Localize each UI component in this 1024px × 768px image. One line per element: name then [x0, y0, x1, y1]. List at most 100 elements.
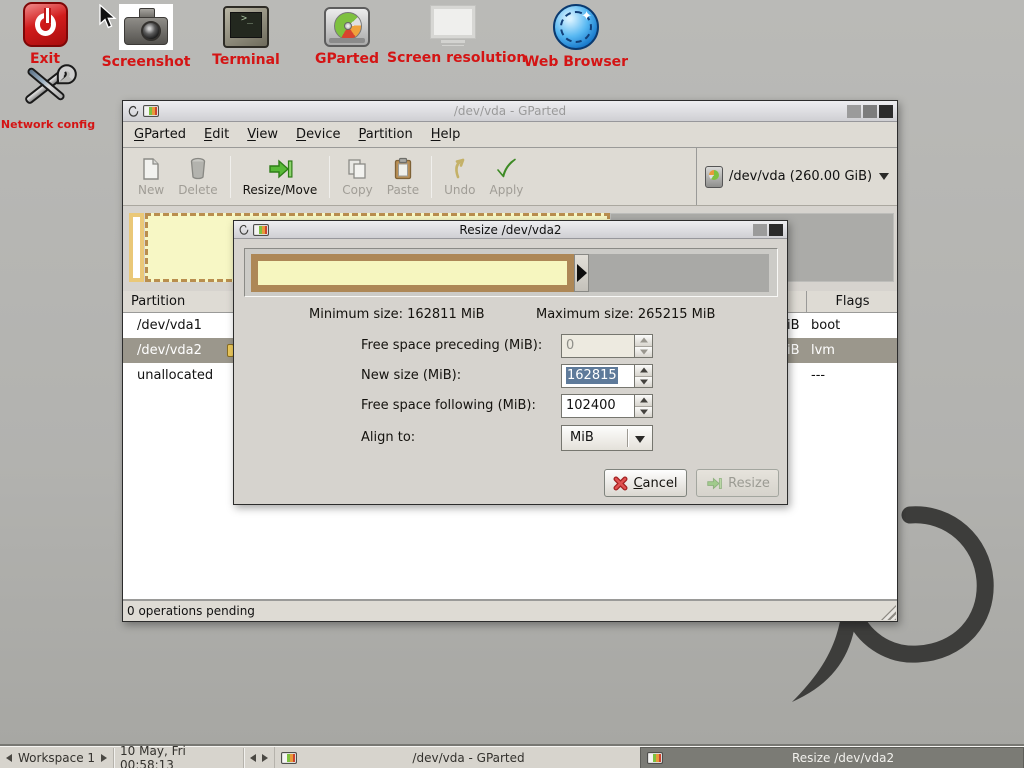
desktop-icon-network-config[interactable]: Network config [0, 64, 96, 131]
menu-gparted[interactable]: GParted [125, 122, 195, 148]
resize-grip[interactable] [881, 605, 896, 620]
status-bar: 0 operations pending [123, 600, 897, 621]
align-to-dropdown[interactable]: MiB [561, 425, 653, 451]
cancel-button[interactable]: Cancel [604, 469, 687, 497]
free-space-preceding-input[interactable]: 0 [561, 334, 635, 358]
menu-view[interactable]: View [238, 122, 287, 148]
resize-drag-handle[interactable] [574, 254, 589, 292]
new-partition-icon [140, 157, 162, 181]
free-space-following-label: Free space following (MiB): [361, 394, 536, 418]
minimize-button[interactable] [847, 105, 861, 118]
new-size-label: New size (MiB): [361, 364, 461, 388]
combo-separator [627, 429, 628, 447]
scroll-left-icon[interactable] [250, 754, 256, 762]
resize-dialog: Resize /dev/vda2 Minimum size: 162811 Mi… [233, 220, 788, 505]
toolbar: New Delete Resize/Move Copy [123, 148, 897, 206]
toolbar-apply-button[interactable]: Apply [483, 151, 531, 203]
dropdown-arrow-icon [635, 436, 645, 443]
monitor-icon [427, 6, 479, 46]
maximize-button[interactable] [863, 105, 877, 118]
prev-workspace-icon[interactable] [6, 754, 12, 762]
power-icon [23, 2, 68, 47]
resize-button[interactable]: Resize [696, 469, 779, 497]
close-button[interactable] [879, 105, 893, 118]
desktop-icon-exit[interactable]: Exit [5, 2, 85, 67]
visual-partition-vda1[interactable] [129, 213, 144, 282]
desktop-icon-web-browser[interactable]: ✦ Web Browser [520, 4, 632, 70]
copy-icon [346, 157, 370, 181]
terminal-icon: >_ [223, 6, 269, 48]
free-space-following-input[interactable]: 102400 [561, 394, 635, 418]
desktop-icon-label: Screenshot [96, 54, 196, 70]
maximum-size-text: Maximum size: 265215 MiB [536, 307, 715, 322]
next-workspace-icon[interactable] [101, 754, 107, 762]
window-list-scroller[interactable] [244, 748, 274, 768]
operations-pending-text: 0 operations pending [127, 604, 255, 618]
undo-icon [450, 157, 470, 181]
desktop-icon-label: Terminal [198, 52, 294, 68]
align-to-label: Align to: [361, 425, 415, 451]
window-titlebar[interactable]: /dev/vda - GParted [123, 101, 897, 122]
menubar: GParted Edit View Device Partition Help [123, 122, 897, 148]
desktop-icon-terminal[interactable]: >_ Terminal [198, 6, 294, 68]
minimum-size-text: Minimum size: 162811 MiB [309, 307, 485, 322]
workspace-switcher[interactable]: Workspace 1 [0, 748, 114, 768]
dialog-title: Resize /dev/vda2 [234, 223, 787, 237]
desktop-icon-label: Screen resolution [387, 50, 519, 66]
resize-move-icon [267, 157, 293, 181]
toolbar-separator [431, 156, 432, 198]
free-space-following-spinner[interactable] [635, 394, 653, 418]
resize-free-space-area [589, 254, 769, 292]
clock: 10 May, Fri 00:58:13 [114, 748, 244, 768]
desktop-icon-gparted[interactable]: GParted [305, 7, 389, 67]
cancel-x-icon [613, 476, 628, 491]
close-button[interactable] [769, 224, 783, 236]
desktop-icon-label: Web Browser [520, 54, 632, 70]
taskbar-item-gparted[interactable]: /dev/vda - GParted [274, 747, 640, 768]
toolbar-copy-button[interactable]: Copy [335, 151, 379, 203]
delete-partition-icon [188, 157, 208, 181]
apply-check-icon [494, 157, 518, 181]
maximize-button[interactable] [753, 224, 767, 236]
workspace-label: Workspace 1 [18, 751, 95, 765]
paste-icon [393, 157, 413, 181]
gparted-disk-icon [324, 7, 370, 47]
mouse-cursor [99, 4, 117, 30]
device-selector[interactable]: /dev/vda (260.00 GiB) [696, 148, 897, 205]
gparted-task-icon [281, 752, 297, 764]
toolbar-separator [329, 156, 330, 198]
scroll-right-icon[interactable] [262, 754, 268, 762]
dialog-titlebar[interactable]: Resize /dev/vda2 [234, 221, 787, 239]
menu-device[interactable]: Device [287, 122, 349, 148]
free-space-preceding-label: Free space preceding (MiB): [361, 334, 542, 358]
disk-icon [705, 166, 723, 188]
menu-help[interactable]: Help [422, 122, 470, 148]
globe-icon: ✦ [553, 4, 599, 50]
resize-partition-area[interactable] [251, 254, 574, 292]
column-header-flags[interactable]: Flags [806, 291, 898, 313]
desktop-icon-label: GParted [305, 51, 389, 67]
column-header-partition[interactable]: Partition [123, 291, 234, 313]
window-title: /dev/vda - GParted [123, 104, 897, 118]
toolbar-resize-move-button[interactable]: Resize/Move [236, 151, 325, 203]
toolbar-separator [230, 156, 231, 198]
taskbar: Workspace 1 10 May, Fri 00:58:13 /dev/vd… [0, 746, 1024, 768]
new-size-spinner[interactable] [635, 364, 653, 388]
gparted-task-icon [647, 752, 663, 764]
toolbar-undo-button[interactable]: Undo [437, 151, 482, 203]
dropdown-arrow-icon [879, 173, 889, 180]
menu-partition[interactable]: Partition [350, 122, 422, 148]
menu-edit[interactable]: Edit [195, 122, 238, 148]
resize-arrow-icon [705, 476, 723, 491]
toolbar-delete-button[interactable]: Delete [171, 151, 224, 203]
camera-icon [119, 4, 173, 50]
tools-icon [17, 64, 79, 114]
free-space-preceding-spinner[interactable] [635, 334, 653, 358]
desktop-icon-label: Network config [0, 118, 96, 131]
desktop-icon-screen-resolution[interactable]: Screen resolution [387, 6, 519, 66]
toolbar-new-button[interactable]: New [131, 151, 171, 203]
new-size-input[interactable]: 162815 [561, 364, 635, 388]
taskbar-item-resize-dialog[interactable]: Resize /dev/vda2 [640, 747, 1024, 768]
toolbar-paste-button[interactable]: Paste [380, 151, 426, 203]
resize-slider-widget [244, 248, 778, 297]
